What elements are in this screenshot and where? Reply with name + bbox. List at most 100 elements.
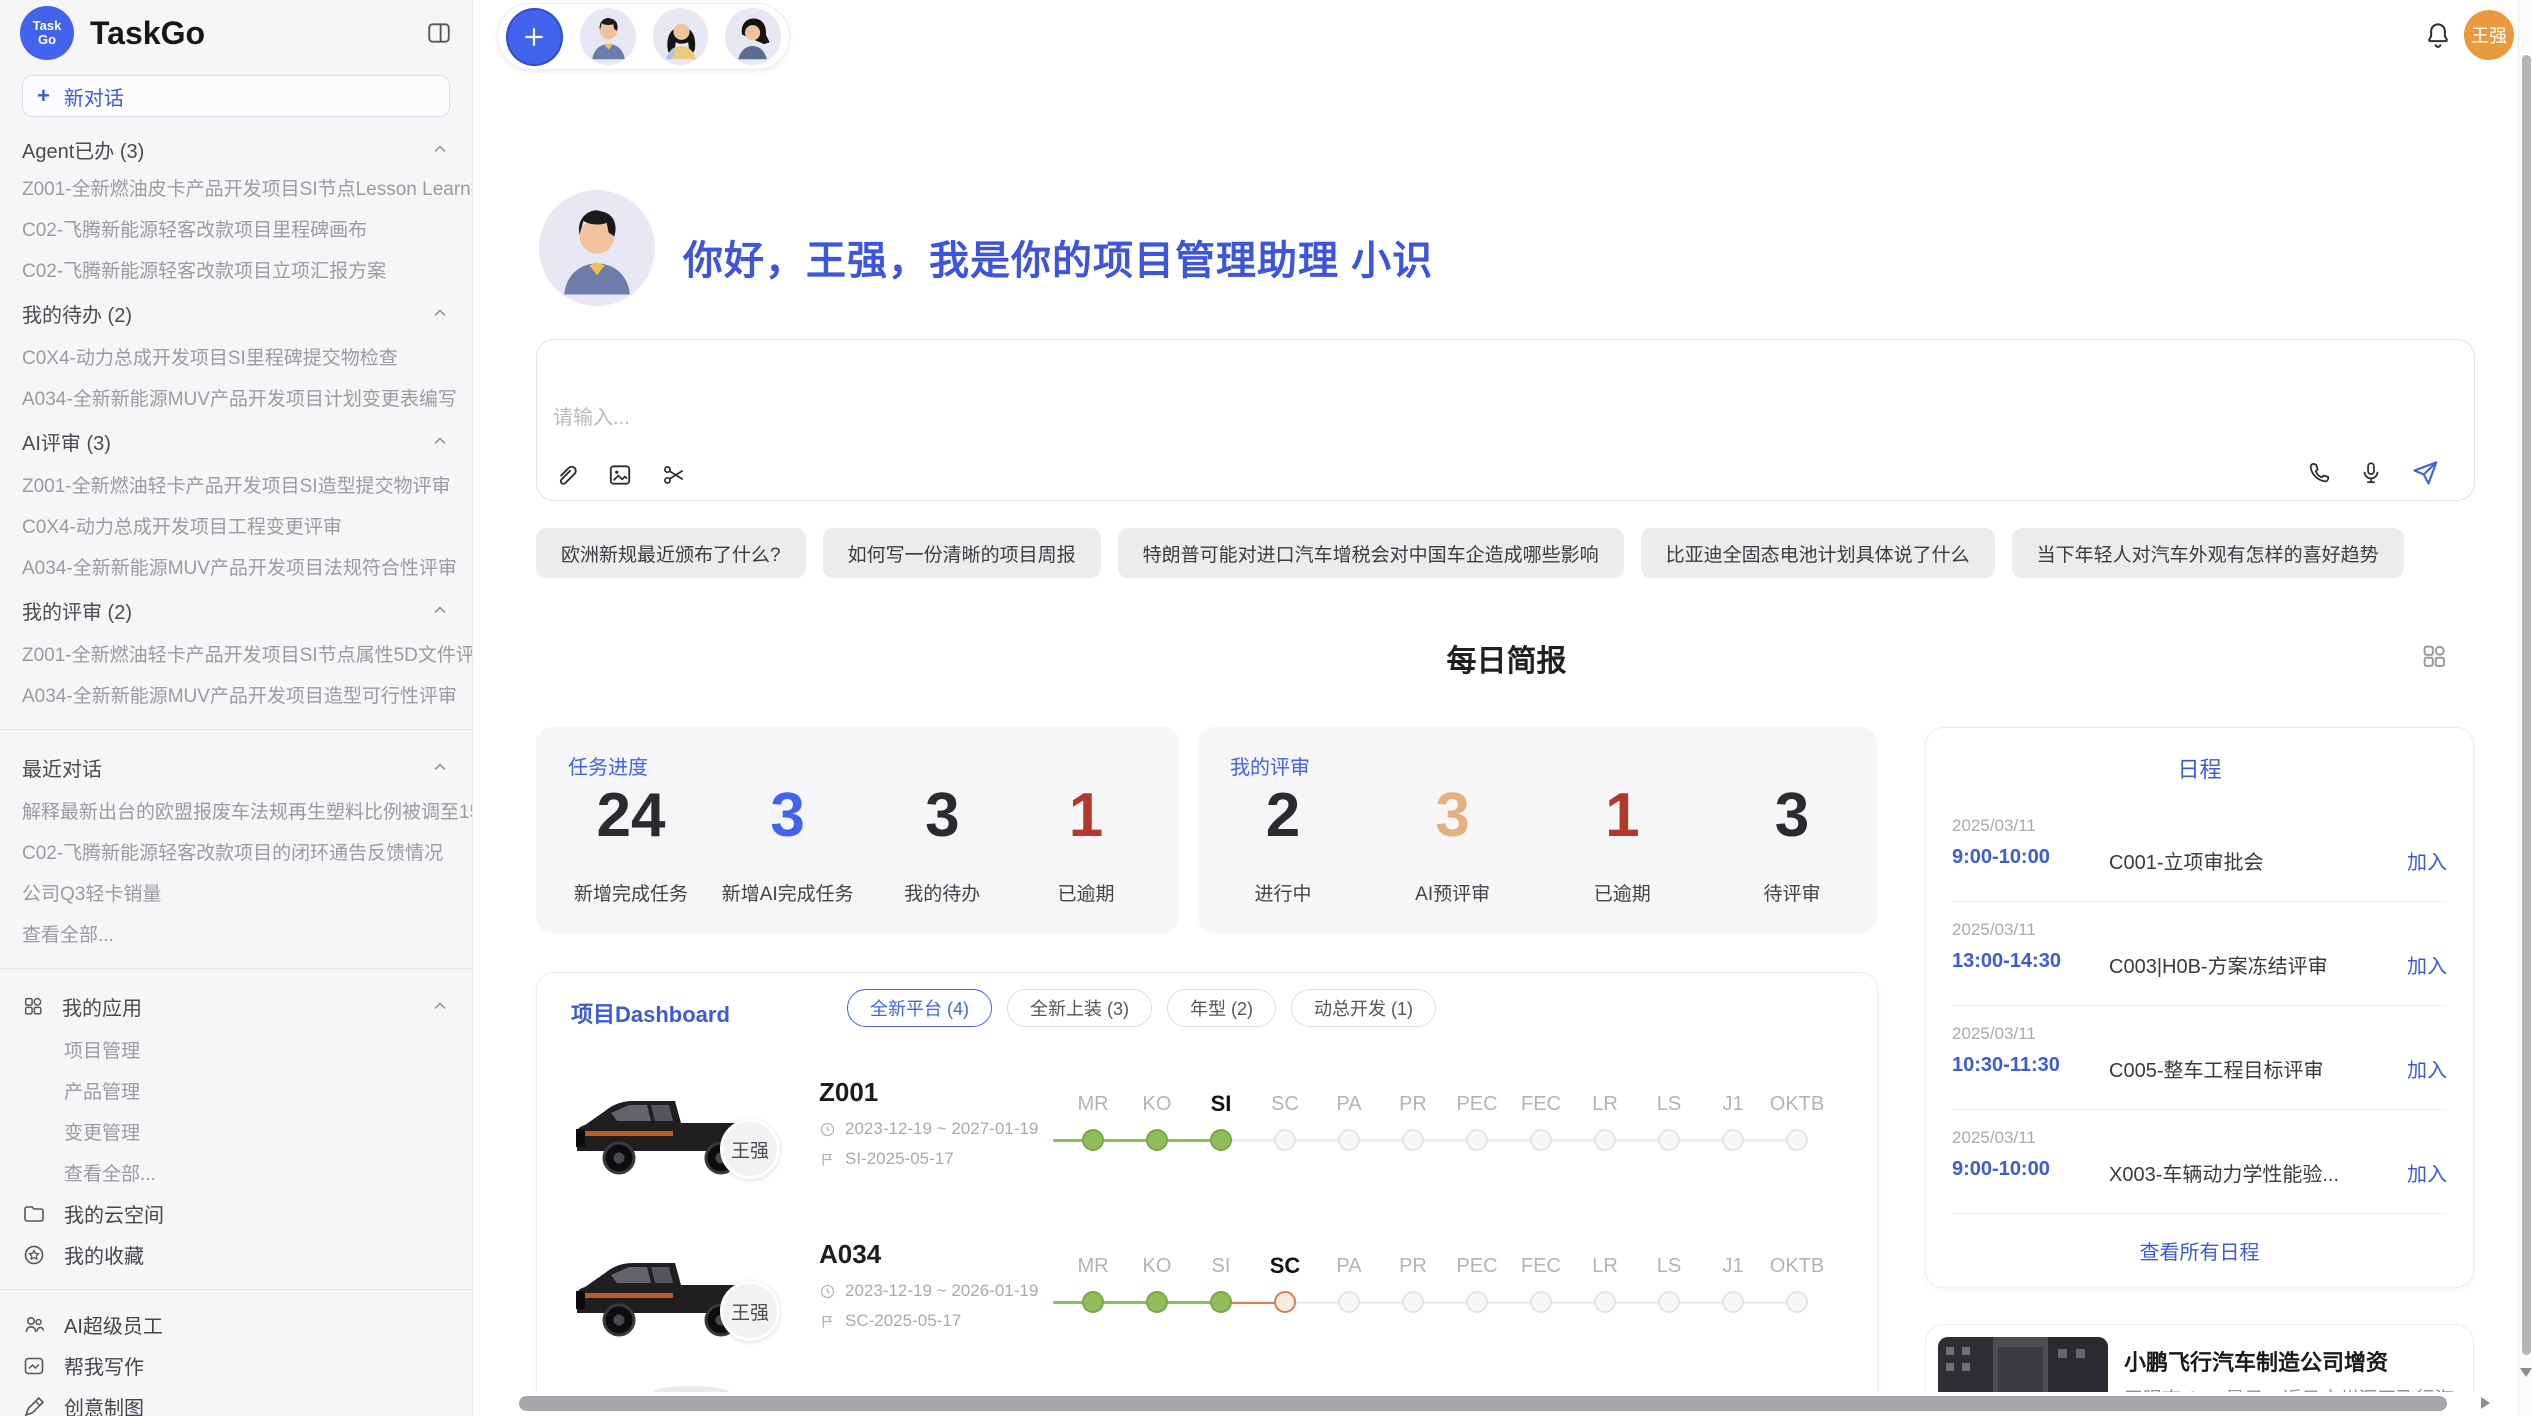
suggestion-chip[interactable]: 当下年轻人对汽车外观有怎样的喜好趋势	[2012, 528, 2404, 578]
schedule-item[interactable]: 2025/03/11 9:00-10:00 X003-车辆动力学性能验... 加…	[1952, 1110, 2447, 1214]
sidebar-task-item[interactable]: A034-全新新能源MUV产品开发项目计划变更表编写	[0, 377, 472, 418]
people-icon	[22, 1313, 46, 1337]
phone-call-icon[interactable]	[2306, 460, 2332, 486]
agent-avatar-2[interactable]	[653, 8, 709, 65]
paperclip-icon[interactable]	[553, 462, 579, 488]
user-avatar[interactable]: 王强	[2464, 10, 2514, 60]
milestone-label: KO	[1143, 1253, 1172, 1279]
schedule-item[interactable]: 2025/03/11 10:30-11:30 C005-整车工程目标评审 加入	[1952, 1006, 2447, 1110]
sidebar-task-item[interactable]: C02-飞腾新能源轻客改款项目立项汇报方案	[0, 249, 472, 290]
section-title: 我的评审 (2)	[22, 596, 430, 625]
horizontal-scrollbar[interactable]	[517, 1392, 2518, 1416]
milestone-dot	[1274, 1291, 1296, 1313]
sidebar-task-item[interactable]: A034-全新新能源MUV产品开发项目法规符合性评审	[0, 546, 472, 587]
chevron-up-icon[interactable]	[430, 303, 450, 323]
briefing-layout-icon[interactable]	[2420, 642, 2448, 670]
stat-value: 3	[1775, 785, 1809, 847]
dashboard-tab[interactable]: 年型 (2)	[1167, 989, 1276, 1027]
sidebar-chat-item[interactable]: 公司Q3轻卡销量	[0, 872, 472, 913]
section-header[interactable]: AI评审 (3)	[0, 418, 472, 464]
section-header[interactable]: Agent已办 (3)	[0, 131, 472, 167]
horizontal-scrollbar-thumb[interactable]	[519, 1396, 2447, 1411]
stat-label: 已逾期	[1594, 879, 1651, 906]
vertical-scrollbar-thumb[interactable]	[2522, 55, 2531, 1355]
suggestion-chip[interactable]: 如何写一份清晰的项目周报	[823, 528, 1101, 578]
suggestion-chip[interactable]: 比亚迪全固态电池计划具体说了什么	[1641, 528, 1995, 578]
sidebar-task-item[interactable]: A034-全新新能源MUV产品开发项目造型可行性评审	[0, 674, 472, 715]
schedule-item[interactable]: 2025/03/11 13:00-14:30 C003|H0B-方案冻结评审 加…	[1952, 902, 2447, 1006]
app-item[interactable]: 项目管理	[0, 1029, 472, 1070]
join-link[interactable]: 加入	[2407, 1054, 2447, 1083]
schedule-item[interactable]: 2025/03/11 9:00-10:00 C001-立项审批会 加入	[1952, 798, 2447, 902]
sidebar-task-item[interactable]: C0X4-动力总成开发项目SI里程碑提交物检查	[0, 336, 472, 377]
scroll-right-arrow-icon[interactable]	[2481, 1397, 2490, 1409]
sidebar-item-favorites[interactable]: 我的收藏	[0, 1234, 472, 1275]
chevron-up-icon[interactable]	[430, 139, 450, 159]
image-icon[interactable]	[607, 462, 633, 488]
milestone: PR	[1381, 1253, 1445, 1333]
sidebar-item-ai-employee[interactable]: AI超级员工	[0, 1304, 472, 1345]
collapse-sidebar-icon[interactable]	[426, 20, 452, 46]
milestone-dot	[1338, 1291, 1360, 1313]
vertical-scrollbar[interactable]	[2518, 0, 2532, 1416]
sidebar-task-item[interactable]: C02-飞腾新能源轻客改款项目里程碑画布	[0, 208, 472, 249]
sidebar-task-item[interactable]: Z001-全新燃油轻卡产品开发项目SI造型提交物评审	[0, 464, 472, 505]
sidebar-chat-item[interactable]: 解释最新出台的欧盟报废车法规再生塑料比例被调至15%...	[0, 790, 472, 831]
sidebar-chat-item[interactable]: C02-飞腾新能源轻客改款项目的闭环通告反馈情况	[0, 831, 472, 872]
milestone-dot	[1082, 1129, 1104, 1151]
send-icon[interactable]	[2410, 458, 2440, 488]
section-title: 最近对话	[22, 753, 430, 782]
sidebar-task-item[interactable]: C0X4-动力总成开发项目工程变更评审	[0, 505, 472, 546]
section-header[interactable]: 我的待办 (2)	[0, 290, 472, 336]
milestone-label: SC	[1271, 1091, 1299, 1117]
schedule-title: 日程	[1926, 752, 2473, 784]
recent-view-all[interactable]: 查看全部...	[0, 913, 472, 954]
milestone: OKTB	[1765, 1091, 1829, 1171]
stat: 3 待评审	[1737, 785, 1847, 906]
project-code: Z001	[819, 1077, 878, 1108]
dashboard-tab[interactable]: 动总开发 (1)	[1291, 989, 1436, 1027]
scissors-icon[interactable]	[661, 462, 687, 488]
dashboard-tab[interactable]: 全新上装 (3)	[1007, 989, 1152, 1027]
app-item[interactable]: 变更管理	[0, 1111, 472, 1152]
project-row-a034[interactable]: 王强 A034 2023-12-19 ~ 2026-01-19 SC-2025-…	[537, 1231, 1877, 1381]
input-attachment-icons	[553, 462, 687, 488]
sidebar-item-cloud-space[interactable]: 我的云空间	[0, 1193, 472, 1234]
dashboard-tab[interactable]: 全新平台 (4)	[847, 989, 992, 1027]
sidebar-item-creative-draw[interactable]: 创意制图	[0, 1386, 472, 1416]
app-item[interactable]: 产品管理	[0, 1070, 472, 1111]
stat-label: 新增AI完成任务	[722, 879, 854, 906]
notifications-bell-icon[interactable]	[2423, 20, 2453, 50]
schedule-view-all[interactable]: 查看所有日程	[1926, 1236, 2473, 1265]
plus-icon: +	[37, 83, 50, 109]
microphone-icon[interactable]	[2358, 460, 2384, 486]
join-link[interactable]: 加入	[2407, 1158, 2447, 1187]
join-link[interactable]: 加入	[2407, 950, 2447, 979]
apps-view-all[interactable]: 查看全部...	[0, 1152, 472, 1193]
agent-avatar-3[interactable]	[725, 8, 781, 65]
agent-avatar-1[interactable]	[580, 8, 636, 65]
stats-row: 2 进行中 3 AI预评审 1 已逾期 3 待评审	[1198, 785, 1877, 906]
chevron-up-icon[interactable]	[430, 996, 450, 1016]
sidebar-task-item[interactable]: Z001-全新燃油皮卡产品开发项目SI节点Lesson Learn报告	[0, 167, 472, 208]
stat: 1 已逾期	[1567, 785, 1677, 906]
suggestion-chip[interactable]: 特朗普可能对进口汽车增税会对中国车企造成哪些影响	[1118, 528, 1624, 578]
chevron-up-icon[interactable]	[430, 600, 450, 620]
chat-input[interactable]	[553, 398, 1753, 438]
scroll-down-arrow-icon[interactable]	[2520, 1368, 2532, 1377]
join-link[interactable]: 加入	[2407, 846, 2447, 875]
project-owner-badge: 王强	[720, 1281, 780, 1341]
new-chat-button[interactable]: + 新对话	[22, 75, 450, 117]
sidebar-task-item[interactable]: Z001-全新燃油轻卡产品开发项目SI节点属性5D文件评审	[0, 633, 472, 674]
sidebar-item-help-write[interactable]: 帮我写作	[0, 1345, 472, 1386]
my-apps-header[interactable]: 我的应用	[0, 983, 472, 1029]
section-header[interactable]: 最近对话	[0, 744, 472, 790]
app-logo: Task Go	[20, 6, 74, 60]
add-agent-button[interactable]	[506, 8, 563, 66]
chevron-up-icon[interactable]	[430, 757, 450, 777]
suggestion-chip[interactable]: 欧洲新规最近颁布了什么?	[536, 528, 806, 578]
project-row-z001[interactable]: 王强 Z001 2023-12-19 ~ 2027-01-19 SI-2025-…	[537, 1069, 1877, 1219]
section-header[interactable]: 我的评审 (2)	[0, 587, 472, 633]
chevron-up-icon[interactable]	[430, 431, 450, 451]
schedule-name: C003|H0B-方案冻结评审	[2109, 950, 2328, 979]
